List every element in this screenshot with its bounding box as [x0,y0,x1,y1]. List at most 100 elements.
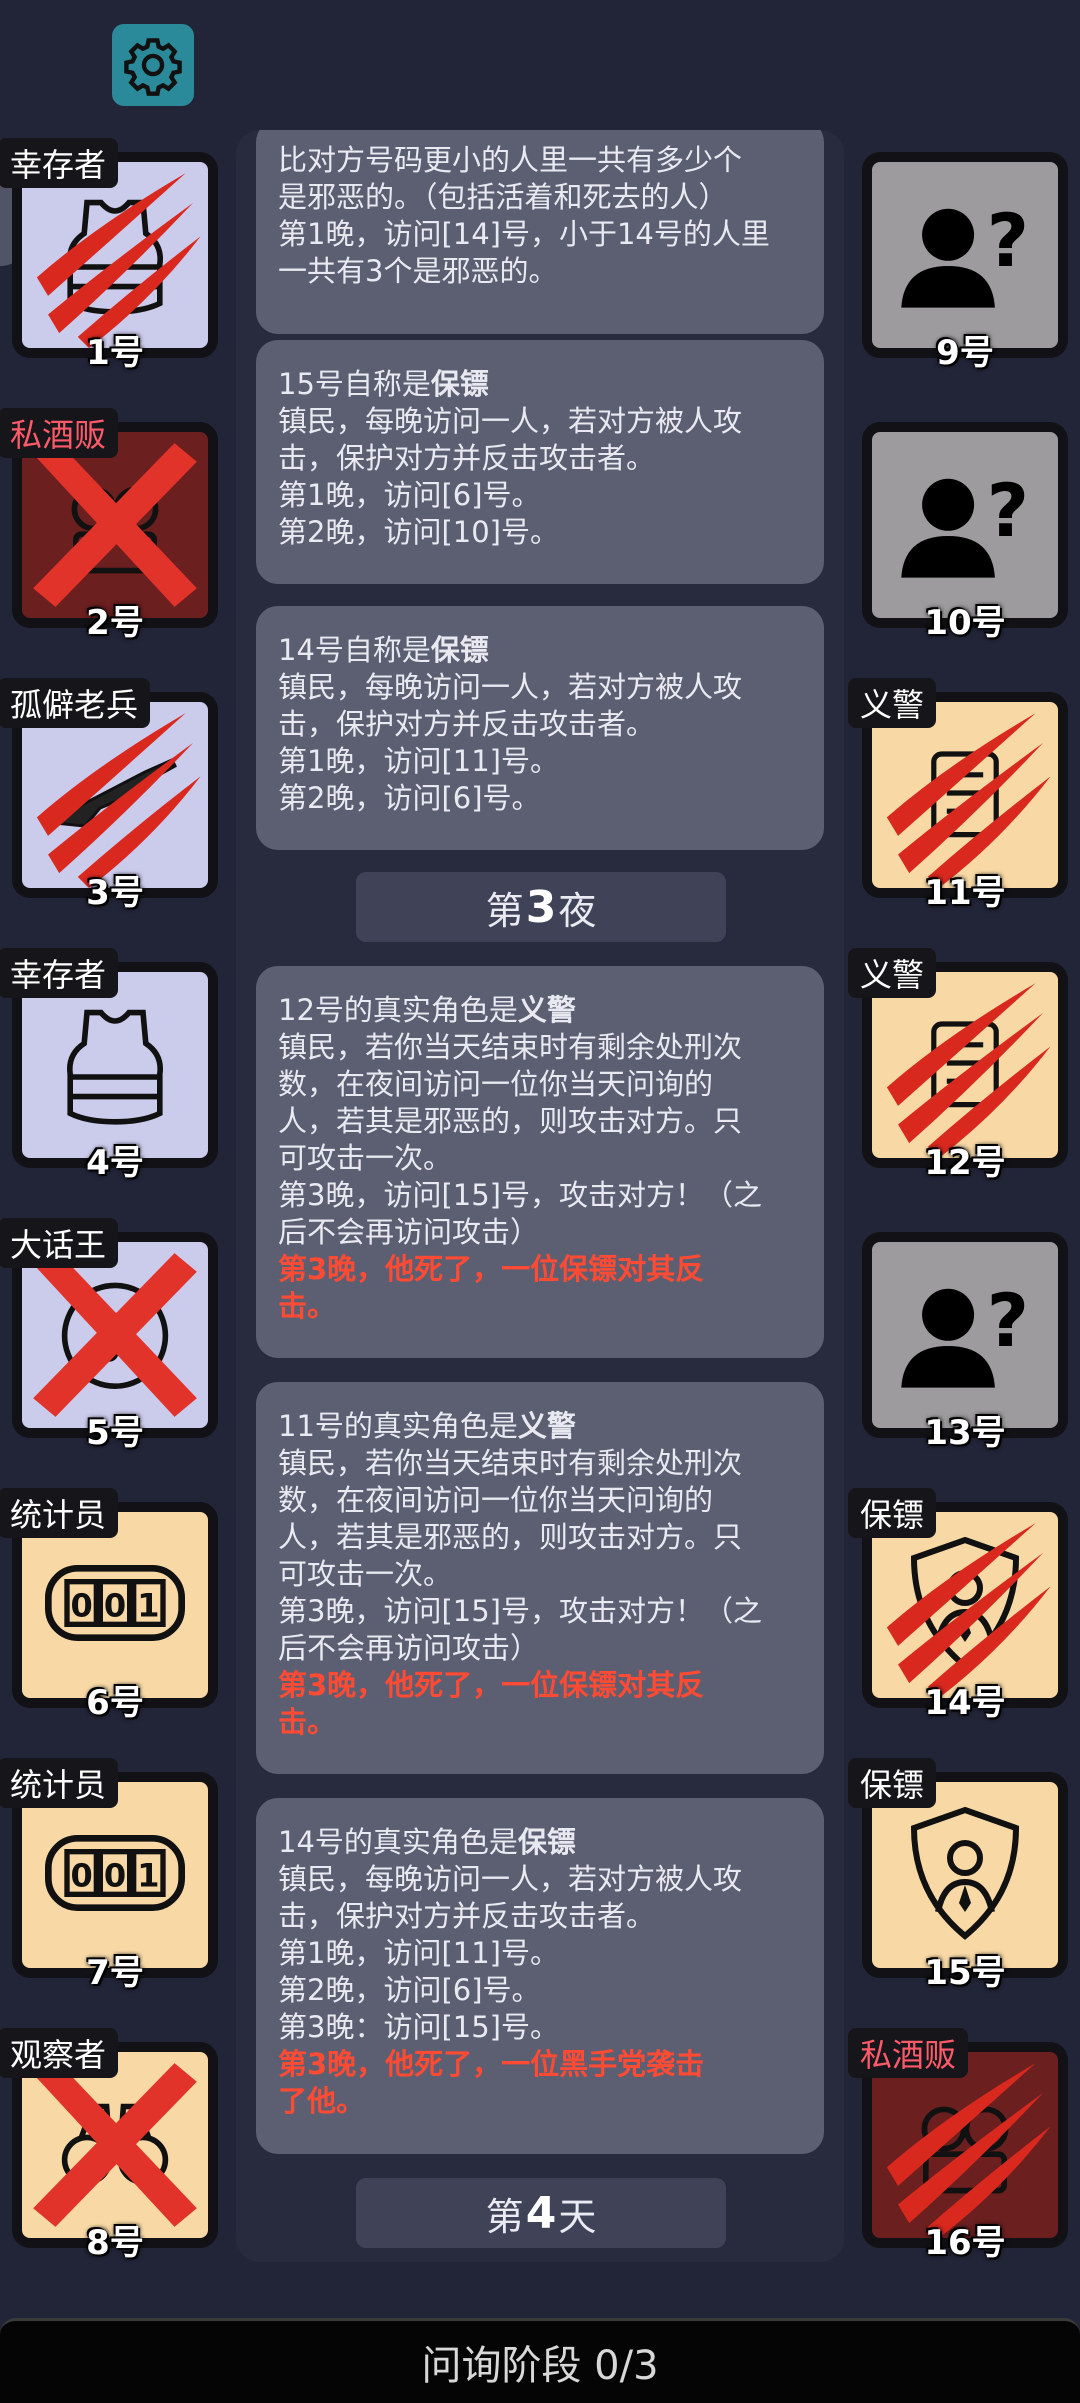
player-role-tag: 孤僻老兵 [0,678,151,728]
player-card[interactable]: 幸存者 1号 [0,138,218,373]
phase-status-bar[interactable]: 问询阶段 0/3 [0,2318,1080,2403]
death-notice: 了他。 [278,2084,366,2118]
log-line: 数，在夜间访问一位你当天问询的 [278,1483,714,1517]
log-message: 12号的真实角色是义警 镇民，若你当天结束时有剩余处刑次 数，在夜间访问一位你当天问… [256,966,824,1358]
settings-button[interactable] [112,24,194,106]
player-card[interactable]: 私酒贩 2号 [0,408,218,643]
player-card[interactable]: 幸存者 4号 [0,948,218,1183]
executed-cross-icon [33,1253,197,1417]
counter-icon: 001 [35,1818,195,1932]
log-message: 比对方号码更小的人里一共有多少个 是邪恶的。（包括活着和死去的人） 第1晚，访问[1… [256,130,824,334]
log-line: 第3晚：访问[15]号。 [278,2010,559,2044]
log-line: 14号的真实角色是保镖 [278,1825,576,1859]
log-message: 14号的真实角色是保镖 镇民，每晚访问一人，若对方被人攻 击，保护对方并反击攻击者。… [256,1798,824,2154]
player-card[interactable]: 义警 11号 [848,678,1068,913]
player-portrait [872,2052,1058,2238]
shield-person-icon [890,1798,1040,1952]
log-line: 数，在夜间访问一位你当天问询的 [278,1067,714,1101]
role-name: 义警 [517,993,576,1027]
player-portrait [22,702,208,888]
player-portrait: ? [872,1242,1058,1428]
role-name: 保镖 [517,1825,576,1859]
claw-marks-icon [886,2063,1051,2238]
player-portrait [22,162,208,348]
player-portrait [22,2052,208,2238]
player-portrait: 001 [22,1512,208,1698]
executed-cross-icon [33,443,197,607]
log-line: 是邪恶的。（包括活着和死去的人） [278,180,728,214]
log-line: 12号的真实角色是义警 [278,993,576,1027]
player-number: 7号 [86,1953,144,1993]
role-name: 保镖 [430,367,489,401]
svg-text:?: ? [987,469,1029,554]
player-role-tag: 统计员 [0,1758,119,1808]
player-number: 15号 [924,1953,1006,1993]
player-card[interactable]: 观察者 8号 [0,2028,218,2263]
player-number: 14号 [924,1683,1006,1723]
player-role-tag: 统计员 [0,1488,119,1538]
log-line: 人，若其是邪恶的，则攻击对方。只 [278,1104,743,1138]
log-line: 14号自称是保镖 [278,633,489,667]
player-number: 16号 [924,2223,1006,2263]
log-message: 14号自称是保镖 镇民，每晚访问一人，若对方被人攻 击，保护对方并反击攻击者。 第1晚… [256,606,824,850]
player-card[interactable]: 0 0 1 统计员 6号 [0,1488,218,1723]
player-number: 4号 [86,1143,144,1183]
player-role-tag: 保镖 [848,1758,937,1808]
svg-text:1: 1 [137,1586,159,1624]
player-portrait [22,1242,208,1428]
unknown-person-icon: ? [890,458,1040,592]
svg-text:?: ? [987,199,1029,284]
player-card[interactable]: 大话王 5号 [0,1218,218,1453]
log-line: 第3晚，访问[15]号，攻击对方！（之 [278,1594,762,1628]
player-card[interactable]: 私酒贩 16号 [848,2028,1068,2263]
log-line: 镇民，若你当天结束时有剩余处刑次 [278,1446,743,1480]
player-card[interactable]: 保镖 15号 [848,1758,1068,1993]
player-card[interactable]: 孤僻老兵 3号 [0,678,218,913]
log-line: 第1晚，访问[6]号。 [278,478,541,512]
player-card[interactable]: 保镖 14号 [848,1488,1068,1723]
player-portrait [872,972,1058,1158]
log-line: 第1晚，访问[14]号，小于14号的人里 [278,217,770,251]
log-line: 击，保护对方并反击攻击者。 [278,441,656,475]
death-notice: 击。 [278,1705,337,1739]
log-message: 11号的真实角色是义警 镇民，若你当天结束时有剩余处刑次 数，在夜间访问一位你当天问… [256,1382,824,1774]
player-portrait: ? [872,432,1058,618]
svg-text:?: ? [987,1279,1029,1364]
event-log[interactable]: 比对方号码更小的人里一共有多少个 是邪恶的。（包括活着和死去的人） 第1晚，访问[1… [236,130,844,2262]
player-number: 12号 [924,1143,1006,1183]
log-line: 击，保护对方并反击攻击者。 [278,707,656,741]
log-line: 可攻击一次。 [278,1141,453,1175]
role-name: 义警 [517,1409,576,1443]
log-line: 可攻击一次。 [278,1557,453,1591]
log-line: 第1晚，访问[11]号。 [278,1936,559,1970]
death-notice: 击。 [278,1289,337,1323]
player-portrait: 001 [22,1782,208,1968]
log-line: 一共有3个是邪恶的。 [278,254,558,288]
player-card[interactable]: 0 0 1 统计员 7号 [0,1758,218,1993]
player-role-tag: 幸存者 [0,948,119,998]
player-portrait [872,1512,1058,1698]
player-role-tag: 观察者 [0,2028,119,2078]
player-card[interactable]: 义警 12号 [848,948,1068,1183]
player-role-tag: 私酒贩 [848,2028,969,2078]
player-card[interactable]: ? 9号 [862,152,1068,373]
player-number: 10号 [924,603,1006,643]
player-number: 11号 [924,873,1006,913]
log-line: 第2晚，访问[10]号。 [278,515,559,549]
player-card[interactable]: ? 10号 [862,422,1068,643]
log-line: 15号自称是保镖 [278,367,489,401]
log-message: 15号自称是保镖 镇民，每晚访问一人，若对方被人攻 击，保护对方并反击攻击者。 第1晚… [256,340,824,584]
player-portrait: ? [872,162,1058,348]
death-notice: 第3晚，他死了，一位黑手党袭击 [278,2047,705,2081]
log-line: 击，保护对方并反击攻击者。 [278,1899,656,1933]
log-line: 镇民，每晚访问一人，若对方被人攻 [278,670,743,704]
unknown-person-icon: ? [890,1268,1040,1402]
claw-marks-icon [36,713,201,888]
player-portrait [872,702,1058,888]
player-card[interactable]: ? 13号 [862,1232,1068,1453]
log-line: 比对方号码更小的人里一共有多少个 [278,143,743,177]
log-line: 镇民，每晚访问一人，若对方被人攻 [278,1862,743,1896]
player-role-tag: 大话王 [0,1218,119,1268]
svg-text:1: 1 [137,1856,159,1894]
player-portrait [22,432,208,618]
